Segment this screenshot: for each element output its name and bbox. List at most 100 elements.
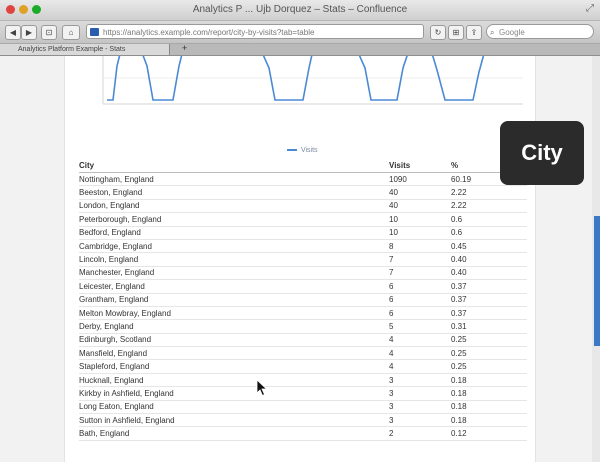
- report-content: Visits City Visits % Nottingham, England…: [64, 56, 536, 462]
- city-overlay-label: City: [500, 121, 584, 185]
- cell-city: Long Eaton, England: [79, 400, 389, 415]
- cell-percent: 0.18: [451, 373, 527, 388]
- forward-button[interactable]: ▶: [21, 25, 37, 40]
- table-row: Leicester, England 6 0.37: [79, 279, 527, 294]
- window-titlebar: Analytics P ... Ujb Dorquez – Stats – Co…: [0, 0, 600, 21]
- page-viewport: Visits City Visits % Nottingham, England…: [0, 56, 600, 462]
- cell-city: Hucknall, England: [79, 373, 389, 388]
- cell-percent: 2.22: [451, 199, 527, 214]
- table-row: Long Eaton, England 3 0.18: [79, 400, 527, 415]
- table-row: Beeston, England 40 2.22: [79, 185, 527, 200]
- visits-line-chart: [102, 56, 523, 105]
- table-row: Kirkby in Ashfield, England 3 0.18: [79, 386, 527, 401]
- url-text: https://analytics.example.com/report/cit…: [103, 28, 315, 37]
- cell-visits: 10: [389, 212, 451, 227]
- cell-visits: 3: [389, 373, 451, 388]
- window-title: Analytics P ... Ujb Dorquez – Stats – Co…: [192, 4, 408, 15]
- cell-percent: 0.6: [451, 212, 527, 227]
- table-row: Bedford, England 10 0.6: [79, 226, 527, 240]
- cell-percent: 0.37: [451, 279, 527, 294]
- cell-percent: 0.45: [451, 239, 527, 254]
- cell-visits: 6: [389, 306, 451, 321]
- table-row: Peterborough, England 10 0.6: [79, 212, 527, 227]
- cell-visits: 6: [389, 293, 451, 307]
- back-button[interactable]: ◀: [5, 25, 21, 40]
- minimize-window-button[interactable]: [19, 5, 28, 14]
- cell-percent: 0.31: [451, 319, 527, 334]
- home-button[interactable]: ⌂: [62, 25, 80, 40]
- cell-visits: 7: [389, 252, 451, 267]
- legend-label: Visits: [300, 147, 318, 154]
- cell-city: Peterborough, England: [79, 212, 389, 227]
- cell-visits: 4: [389, 333, 451, 348]
- cell-percent: 0.25: [451, 333, 527, 348]
- cell-visits: 1090: [389, 172, 451, 187]
- cell-city: Derby, England: [79, 319, 389, 334]
- reload-button[interactable]: ↻: [430, 25, 446, 40]
- mouse-cursor-icon: [256, 379, 268, 397]
- cell-city: Kirkby in Ashfield, England: [79, 386, 389, 401]
- table-row: Stapleford, England 4 0.25: [79, 359, 527, 374]
- site-favicon-icon: [90, 28, 99, 36]
- cell-city: Grantham, England: [79, 293, 389, 307]
- city-table: City Visits % Nottingham, England 1090 60.…: [79, 158, 527, 441]
- search-icon: ⌕: [490, 28, 495, 37]
- table-row: Hucknall, England 3 0.18: [79, 373, 527, 388]
- tab-label: Analytics Platform Example - Stats: [18, 46, 126, 53]
- cell-visits: 10: [389, 226, 451, 240]
- cell-city: Nottingham, England: [79, 172, 389, 187]
- add-tab-button[interactable]: +: [182, 43, 187, 53]
- cell-visits: 5: [389, 319, 451, 334]
- column-header-city[interactable]: City: [79, 158, 389, 173]
- cell-city: Leicester, England: [79, 279, 389, 294]
- table-row: London, England 40 2.22: [79, 199, 527, 214]
- cell-visits: 8: [389, 239, 451, 254]
- column-header-visits[interactable]: Visits: [389, 158, 451, 173]
- tab-bar: Analytics Platform Example - Stats +: [0, 43, 600, 56]
- cell-percent: 0.18: [451, 386, 527, 401]
- table-row: Cambridge, England 8 0.45: [79, 239, 527, 254]
- cell-percent: 0.40: [451, 252, 527, 267]
- cell-percent: 2.22: [451, 185, 527, 200]
- table-row: Derby, England 5 0.31: [79, 319, 527, 334]
- cell-percent: 0.37: [451, 306, 527, 321]
- bookmark-button[interactable]: ⊞: [448, 25, 464, 40]
- scrollbar-thumb[interactable]: [594, 216, 600, 346]
- close-window-button[interactable]: [6, 5, 15, 14]
- cell-visits: 40: [389, 185, 451, 200]
- cell-city: London, England: [79, 199, 389, 214]
- cell-city: Cambridge, England: [79, 239, 389, 254]
- cell-visits: 40: [389, 199, 451, 214]
- table-body: Nottingham, England 1090 60.19 Beeston, Eng…: [79, 172, 527, 441]
- address-bar[interactable]: https://analytics.example.com/report/cit…: [86, 24, 424, 39]
- cell-percent: 0.12: [451, 426, 527, 441]
- cell-percent: 0.40: [451, 266, 527, 281]
- resize-icon[interactable]: ⤢: [586, 3, 594, 14]
- cell-city: Manchester, England: [79, 266, 389, 281]
- search-placeholder: Google: [499, 28, 525, 37]
- cell-percent: 0.18: [451, 413, 527, 428]
- cell-visits: 7: [389, 266, 451, 281]
- cell-visits: 3: [389, 386, 451, 401]
- table-header-row: City Visits %: [79, 158, 527, 173]
- cell-city: Sutton in Ashfield, England: [79, 413, 389, 428]
- cell-city: Melton Mowbray, England: [79, 306, 389, 321]
- reader-button[interactable]: ⊡: [41, 25, 57, 40]
- table-row: Edinburgh, Scotland 4 0.25: [79, 333, 527, 348]
- table-row: Grantham, England 6 0.37: [79, 293, 527, 307]
- table-row: Mansfield, England 4 0.25: [79, 346, 527, 361]
- browser-toolbar: ◀ ▶ ⊡ ⌂ https://analytics.example.com/re…: [0, 21, 600, 44]
- cell-visits: 6: [389, 279, 451, 294]
- cell-percent: 0.37: [451, 293, 527, 307]
- share-button[interactable]: ⇪: [466, 25, 482, 40]
- cell-city: Lincoln, England: [79, 252, 389, 267]
- table-row: Lincoln, England 7 0.40: [79, 252, 527, 267]
- search-field[interactable]: ⌕ Google: [486, 24, 594, 39]
- zoom-window-button[interactable]: [32, 5, 41, 14]
- cell-visits: 3: [389, 400, 451, 415]
- cell-city: Beeston, England: [79, 185, 389, 200]
- cell-visits: 2: [389, 426, 451, 441]
- cell-city: Mansfield, England: [79, 346, 389, 361]
- tab-active[interactable]: Analytics Platform Example - Stats: [0, 44, 170, 55]
- cell-city: Stapleford, England: [79, 359, 389, 374]
